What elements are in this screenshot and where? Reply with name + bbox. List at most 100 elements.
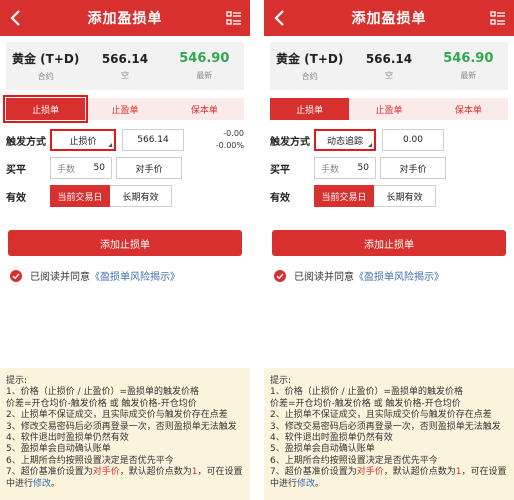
tip-text: 中进行 <box>6 478 34 489</box>
add-stop-loss-button[interactable]: 添加止损单 <box>8 230 242 256</box>
back-arrow-icon[interactable] <box>270 8 290 28</box>
tab-take-profit[interactable]: 止盈单 <box>85 98 164 120</box>
tip-line: 价差=开仓均价-触发价格 或 触发价格-开仓均价 <box>6 398 197 409</box>
tip-line: 3、修改交易密码后必须再登录一次，否则盈损单无法触发 <box>6 421 237 432</box>
quantity-value: 50 <box>93 163 105 173</box>
agreement-row: 已阅读并同意 《盈损单风险揭示》 <box>10 268 240 283</box>
quantity-input[interactable]: 手数 50 <box>50 157 112 179</box>
agreement-text: 已阅读并同意 <box>30 272 90 283</box>
valid-long-term-button[interactable]: 长期有效 <box>374 185 436 207</box>
settings-modify-link[interactable]: 修改 <box>33 479 51 489</box>
latest-price: 546.90 <box>179 51 230 66</box>
trigger-type-select[interactable]: 动态追踪 <box>314 129 376 151</box>
risk-disclosure-link[interactable]: 《盈损单风险揭示》 <box>354 268 444 283</box>
quantity-value: 50 <box>357 163 369 173</box>
list-menu-icon[interactable] <box>226 10 242 26</box>
tip-line: 5、盈损单会自动确认账单 <box>6 444 111 455</box>
checked-circle-icon[interactable] <box>274 269 286 282</box>
trigger-price-value: 566.14 <box>137 135 169 145</box>
position-price: 566.14 <box>101 51 149 66</box>
tab-breakeven[interactable]: 保本单 <box>165 98 244 120</box>
tip-text: ，默认超价点数为 <box>383 467 456 478</box>
quantity-input[interactable]: 手数 50 <box>314 157 376 179</box>
valid-label: 有效 <box>6 192 26 204</box>
tab-breakeven[interactable]: 保本单 <box>429 98 508 120</box>
trigger-label: 触发方式 <box>270 136 310 148</box>
order-type-tabs: 止损单 止盈单 保本单 <box>270 98 508 120</box>
quote-card: 黄金 (T+D) 合约 566.14 空 546.90 最新 <box>270 42 508 90</box>
settings-modify-link[interactable]: 修改 <box>297 479 315 489</box>
tips-title: 提示: <box>270 376 292 386</box>
quote-latest: 546.90 最新 <box>165 42 244 90</box>
close-row: 买平 手数 50 对手价 <box>270 154 508 182</box>
tip-text: 。 <box>51 478 61 489</box>
tip-line: 5、盈损单会自动确认账单 <box>270 444 375 455</box>
agreement-text: 已阅读并同意 <box>294 272 354 283</box>
price-diff-percent: -0.00% <box>215 141 244 150</box>
dropdown-corner-icon <box>368 143 372 147</box>
quote-card: 黄金 (T+D) 合约 566.14 空 546.90 最新 <box>6 42 244 90</box>
tip-text: 7、超价基准价设置为 <box>6 467 93 478</box>
trail-offset-input[interactable]: 0.00 <box>382 129 444 151</box>
counter-price-button[interactable]: 对手价 <box>116 157 182 179</box>
tip-text: ，可在设置 <box>461 467 507 478</box>
contract-name: 黄金 (T+D) <box>11 52 80 66</box>
close-row: 买平 手数 50 对手价 <box>6 154 244 182</box>
tip-text: ，可在设置 <box>197 467 243 478</box>
panel-divider <box>250 0 264 500</box>
tips-title: 提示: <box>6 376 28 386</box>
quote-side: 566.14 空 <box>85 42 164 90</box>
tab-take-profit[interactable]: 止盈单 <box>349 98 428 120</box>
contract-label: 合约 <box>301 72 318 81</box>
valid-row: 有效 当前交易日 长期有效 <box>6 182 244 210</box>
list-menu-icon[interactable] <box>490 10 506 26</box>
tip-line: 价差=开仓均价-触发价格 或 触发价格-开仓均价 <box>270 398 461 409</box>
tip-highlight: 对手价 <box>356 467 384 478</box>
close-label: 买平 <box>270 164 290 176</box>
tip-text: 。 <box>315 478 325 489</box>
quote-side: 566.14 空 <box>349 42 428 90</box>
tip-text: 中进行 <box>270 478 298 489</box>
trigger-type-select[interactable]: 止损价 <box>50 129 116 151</box>
tip-line: 2、止损单不保证成交，且实际成交价与触发价存在点差 <box>270 410 492 421</box>
trigger-label: 触发方式 <box>6 136 46 148</box>
risk-disclosure-link[interactable]: 《盈损单风险揭示》 <box>90 268 180 283</box>
tips-panel: 提示: 1、价格（止损价 / 止盈价）=盈损单的触发价格 价差=开仓均价-触发价… <box>0 368 250 500</box>
trigger-price-input[interactable]: 566.14 <box>122 129 184 151</box>
quantity-label: 手数 <box>57 164 76 175</box>
counter-price-button[interactable]: 对手价 <box>380 157 446 179</box>
tab-stop-loss[interactable]: 止损单 <box>2 95 89 123</box>
tip-line: 7、超价基准价设置为对手价，默认超价点数为1，可在设置 <box>270 467 508 478</box>
valid-current-day-button[interactable]: 当前交易日 <box>314 185 374 207</box>
close-label: 买平 <box>6 164 26 176</box>
trigger-row: 触发方式 动态追踪 0.00 <box>270 126 508 154</box>
tip-text: 7、超价基准价设置为 <box>270 467 357 478</box>
valid-long-term-button[interactable]: 长期有效 <box>110 185 172 207</box>
tip-line: 6、上期所合约按照设置决定是否优先平今 <box>6 455 174 466</box>
counter-price-label: 对手价 <box>399 164 427 175</box>
tip-line: 6、上期所合约按照设置决定是否优先平今 <box>270 455 438 466</box>
left-screen: 添加盈损单 黄金 (T+D) 合约 566.14 空 546.90 最新 止损单… <box>0 0 250 500</box>
tip-line: 2、止损单不保证成交，且实际成交价与触发价存在点差 <box>6 410 228 421</box>
quote-contract: 黄金 (T+D) 合约 <box>6 42 85 90</box>
tab-stop-loss[interactable]: 止损单 <box>270 98 350 120</box>
trigger-type-value: 止损价 <box>69 136 97 147</box>
latest-price: 546.90 <box>443 51 494 66</box>
position-price: 566.14 <box>365 51 413 66</box>
side-label: 空 <box>120 70 129 80</box>
latest-label: 最新 <box>196 71 213 80</box>
quote-latest: 546.90 最新 <box>429 42 508 90</box>
checked-circle-icon[interactable] <box>10 269 22 282</box>
add-stop-loss-button[interactable]: 添加止损单 <box>272 230 506 256</box>
valid-current-day-button[interactable]: 当前交易日 <box>50 185 110 207</box>
tip-text: ，默认超价点数为 <box>119 467 192 478</box>
nav-bar: 添加盈损单 <box>0 0 250 36</box>
trail-offset-value: 0.00 <box>402 135 424 145</box>
dropdown-corner-icon <box>108 143 112 147</box>
quantity-label: 手数 <box>321 164 340 175</box>
price-diff: -0.00 -0.00% <box>216 128 244 152</box>
back-arrow-icon[interactable] <box>6 8 26 28</box>
tip-line: 中进行修改。 <box>6 479 244 490</box>
valid-row: 有效 当前交易日 长期有效 <box>270 182 508 210</box>
counter-price-label: 对手价 <box>135 164 163 175</box>
